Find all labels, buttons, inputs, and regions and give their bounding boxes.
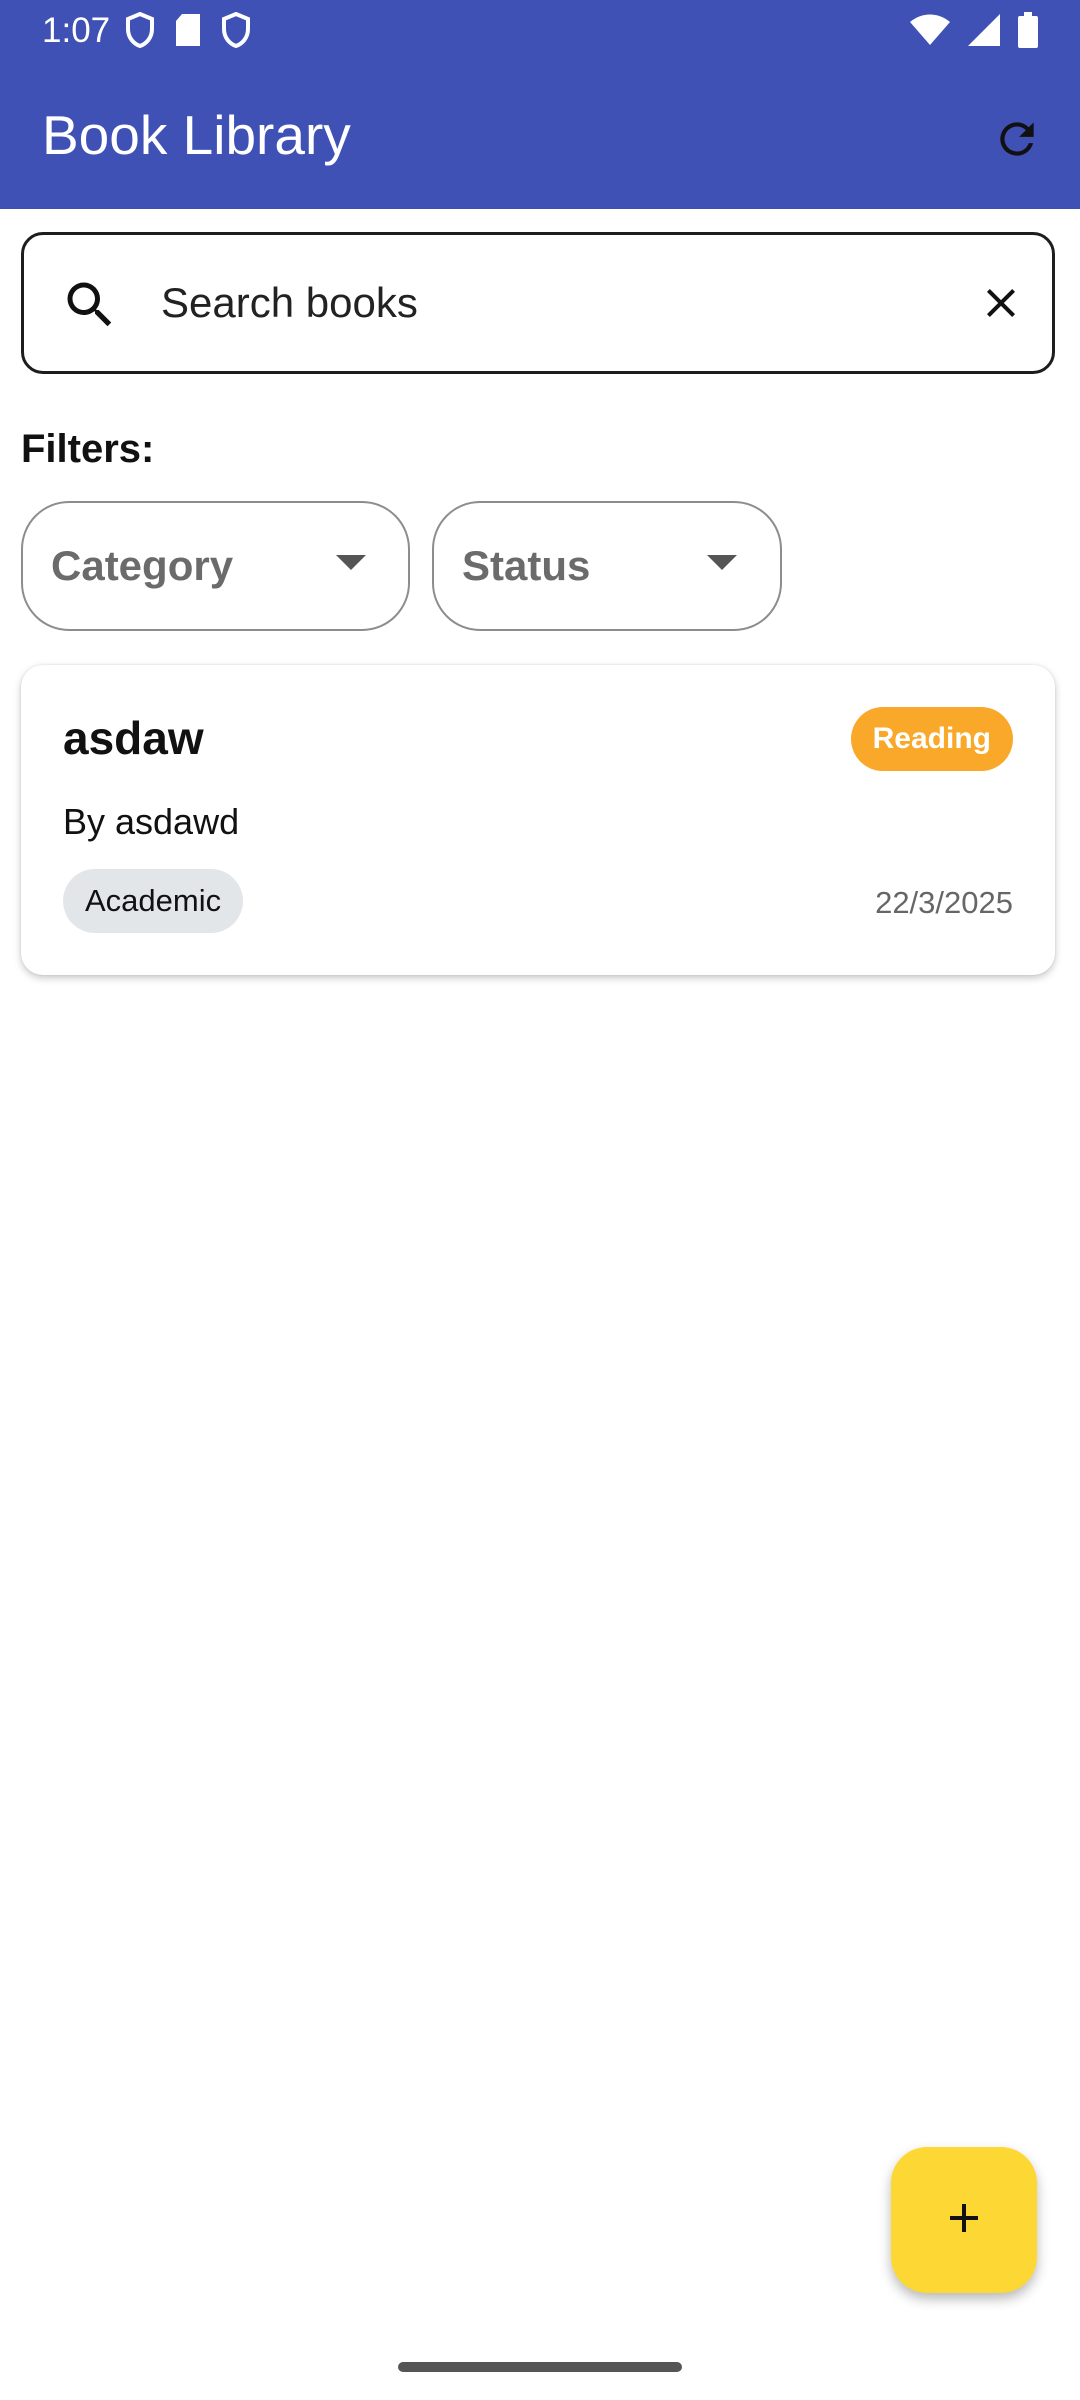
status-dropdown[interactable]: Status [432,501,782,631]
signal-icon [968,13,1000,51]
book-card[interactable]: asdaw Reading By asdawd Academic 22/3/20… [21,665,1055,975]
wifi-icon [910,14,950,51]
close-icon [977,279,1025,332]
sd-card-icon [174,13,202,52]
category-dropdown[interactable]: Category [21,501,410,631]
refresh-button[interactable] [982,106,1052,176]
search-input[interactable] [159,266,943,340]
book-author: By asdawd [63,801,240,842]
caret-down-icon [707,555,737,570]
home-indicator[interactable] [398,2362,682,2372]
status-badge: Reading [850,707,1013,771]
book-date: 22/3/2025 [875,885,1013,920]
filters-label: Filters: [21,427,155,471]
search-bar [21,232,1055,374]
shield-icon [222,11,250,53]
caret-down-icon [336,555,366,570]
search-icon [60,275,120,335]
status-left-icons [126,11,250,53]
battery-icon [1018,11,1038,53]
clear-search-button[interactable] [969,273,1033,337]
refresh-icon [992,114,1042,169]
status-time: 1:07 [42,11,111,50]
page-title: Book Library [42,104,351,166]
book-title: asdaw [63,712,204,764]
status-dropdown-label: Status [462,542,591,589]
add-book-button[interactable] [891,2147,1037,2293]
shield-icon [126,11,154,53]
status-right-icons [910,11,1038,53]
app-bar: 1:07 Book Library [0,0,1080,209]
plus-icon [940,2194,988,2247]
status-bar: 1:07 [0,0,1080,62]
category-dropdown-label: Category [51,542,234,589]
category-chip: Academic [63,869,244,933]
